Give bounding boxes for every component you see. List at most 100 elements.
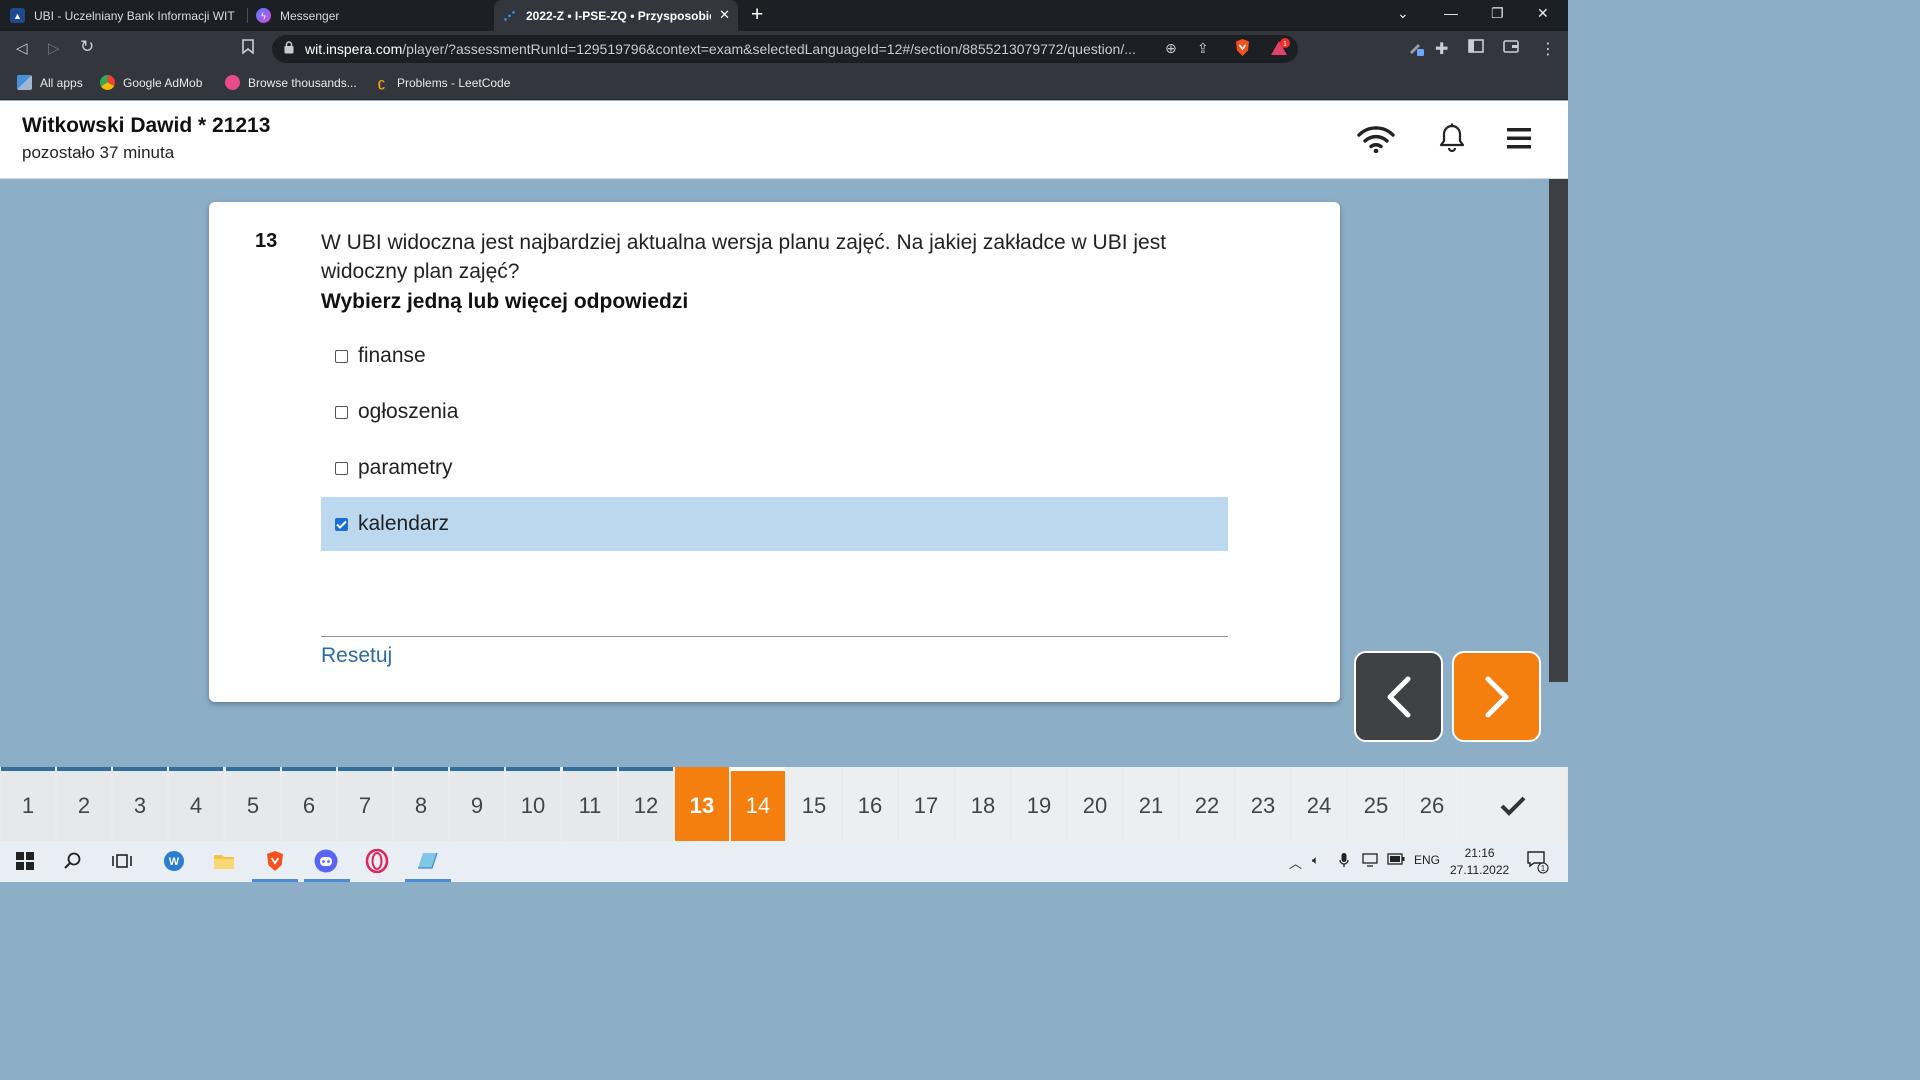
question-nav-item[interactable]: 19	[1012, 767, 1066, 841]
tab-title: 2022-Z • I-PSE-ZQ • Przysposobie	[526, 8, 711, 23]
answer-checkbox[interactable]	[335, 517, 348, 531]
brave-browser-icon[interactable]	[263, 849, 287, 873]
question-nav-item[interactable]: 18	[956, 767, 1010, 841]
page-scrollbar[interactable]	[1549, 179, 1568, 682]
question-nav-item[interactable]: 6	[282, 767, 336, 841]
microphone-icon[interactable]	[1339, 853, 1349, 871]
minimize-icon[interactable]: —	[1444, 5, 1458, 21]
bookmark-dribbble[interactable]: Browse thousands...	[225, 75, 357, 90]
question-nav-item[interactable]: 12	[619, 767, 673, 841]
extensions-puzzle-icon[interactable]: ✚	[1435, 39, 1448, 59]
word-app-icon[interactable]: W	[162, 849, 186, 873]
active-app-indicator	[252, 879, 298, 882]
bookmark-label: All apps	[40, 75, 83, 90]
volume-icon[interactable]: 🔈︎	[1312, 853, 1319, 868]
brave-shields-icon[interactable]	[1234, 38, 1251, 60]
extension-pen-icon[interactable]	[1408, 39, 1426, 61]
bookmark-leetcode[interactable]: ʗ Problems - LeetCode	[374, 75, 511, 90]
windows-start-icon[interactable]	[13, 849, 37, 873]
next-question-button[interactable]	[1452, 651, 1541, 742]
browser-menu-icon[interactable]: ⋮	[1540, 39, 1556, 59]
restore-icon[interactable]: ❐	[1491, 5, 1504, 22]
sidebar-icon[interactable]	[1468, 39, 1484, 57]
admob-icon	[100, 75, 115, 90]
question-nav-item[interactable]: 16	[843, 767, 897, 841]
forward-icon[interactable]: ▷	[48, 39, 60, 57]
question-nav-item[interactable]: 2	[57, 767, 111, 841]
bookmark-all-apps[interactable]: All apps	[17, 75, 83, 90]
bookmark-google-admob[interactable]: Google AdMob	[100, 75, 202, 90]
wifi-icon[interactable]	[1357, 125, 1395, 158]
reload-icon[interactable]: ↻	[80, 37, 94, 57]
answer-checkbox[interactable]	[335, 349, 348, 363]
finish-exam-button[interactable]	[1460, 767, 1566, 841]
show-hidden-icons-chevron-icon[interactable]: ︿	[1289, 853, 1302, 872]
question-nav-item[interactable]: 24	[1292, 767, 1346, 841]
bookmark-icon[interactable]	[242, 39, 254, 58]
back-icon[interactable]: ◁	[16, 39, 28, 57]
close-tab-icon[interactable]: ✕	[719, 7, 730, 23]
tab-title: Messenger	[280, 8, 340, 23]
browser-tab-ubi[interactable]: ▲ UBI - Uczelniany Bank Informacji WIT	[10, 0, 245, 31]
task-view-icon[interactable]	[110, 849, 134, 873]
new-tab-icon[interactable]: +	[751, 3, 763, 27]
question-nav-item[interactable]: 11	[563, 767, 617, 841]
answer-checkbox[interactable]	[335, 405, 348, 419]
question-nav-item[interactable]: 20	[1068, 767, 1122, 841]
url-text: wit.inspera.com/player/?assessmentRunId=…	[305, 41, 1155, 57]
browser-tab-messenger[interactable]: ϟ Messenger	[256, 0, 486, 31]
answer-option-finanse[interactable]: finanse	[321, 329, 1228, 383]
network-icon[interactable]	[1362, 853, 1378, 870]
question-nav-item[interactable]: 9	[450, 767, 504, 841]
browser-tab-strip: ▲ UBI - Uczelniany Bank Informacji WIT ϟ…	[0, 0, 1568, 31]
battery-icon[interactable]	[1387, 853, 1405, 868]
bookmark-label: Browse thousands...	[248, 75, 357, 90]
language-indicator[interactable]: ENG	[1414, 853, 1440, 867]
brave-rewards-icon[interactable]: 1	[1270, 38, 1292, 61]
question-nav-item[interactable]: 5	[226, 767, 280, 841]
previous-question-button[interactable]	[1354, 651, 1443, 742]
active-app-indicator	[405, 879, 451, 882]
hamburger-menu-icon[interactable]	[1507, 128, 1531, 154]
chevron-right-icon	[1485, 676, 1508, 717]
opera-gx-icon[interactable]	[365, 849, 389, 873]
question-nav-item[interactable]: 4	[169, 767, 223, 841]
question-nav-item[interactable]: 13	[675, 767, 729, 841]
question-nav-item[interactable]: 25	[1349, 767, 1403, 841]
browser-tab-inspera[interactable]: ⋰ 2022-Z • I-PSE-ZQ • Przysposobie ✕	[494, 0, 738, 31]
question-nav-item[interactable]: 15	[787, 767, 841, 841]
wallet-icon[interactable]	[1503, 39, 1519, 57]
question-nav-item[interactable]: 1	[1, 767, 55, 841]
share-icon[interactable]: ⇪	[1197, 40, 1209, 57]
search-icon[interactable]	[61, 849, 85, 873]
question-nav-item[interactable]: 23	[1236, 767, 1290, 841]
answer-option-parametry[interactable]: parametry	[321, 441, 1228, 495]
zoom-icon[interactable]: ⊕	[1165, 40, 1177, 57]
system-clock[interactable]: 21:16 27.11.2022	[1450, 845, 1509, 879]
answer-option-ogloszenia[interactable]: ogłoszenia	[321, 385, 1228, 439]
question-nav-item[interactable]: 22	[1180, 767, 1234, 841]
reset-link[interactable]: Resetuj	[321, 644, 392, 668]
question-nav-item[interactable]: 7	[338, 767, 392, 841]
question-card: 13 W UBI widoczna jest najbardziej aktua…	[209, 202, 1340, 702]
question-nav-item[interactable]: 17	[899, 767, 953, 841]
exam-header: Witkowski Dawid * 21213 pozostało 37 min…	[0, 101, 1568, 179]
tab-separator	[247, 8, 248, 23]
close-window-icon[interactable]: ✕	[1537, 5, 1549, 22]
question-nav-item[interactable]: 21	[1124, 767, 1178, 841]
question-nav-item[interactable]: 26	[1405, 767, 1459, 841]
discord-icon[interactable]	[314, 849, 338, 873]
answer-checkbox[interactable]	[335, 461, 348, 475]
answer-option-kalendarz[interactable]: kalendarz	[321, 497, 1228, 551]
tab-search-chevron-icon[interactable]: ⌄	[1397, 5, 1409, 22]
question-nav-item[interactable]: 10	[506, 767, 560, 841]
question-nav-item[interactable]: 8	[394, 767, 448, 841]
address-bar[interactable]: wit.inspera.com/player/?assessmentRunId=…	[272, 35, 1298, 63]
question-nav-item[interactable]: 3	[113, 767, 167, 841]
divider	[321, 636, 1228, 637]
question-nav-item[interactable]: 14	[731, 767, 785, 841]
notification-bell-icon[interactable]	[1438, 123, 1466, 158]
app-icon[interactable]	[415, 849, 439, 873]
file-explorer-icon[interactable]	[212, 849, 236, 873]
action-center-icon[interactable]: 1	[1526, 850, 1550, 877]
